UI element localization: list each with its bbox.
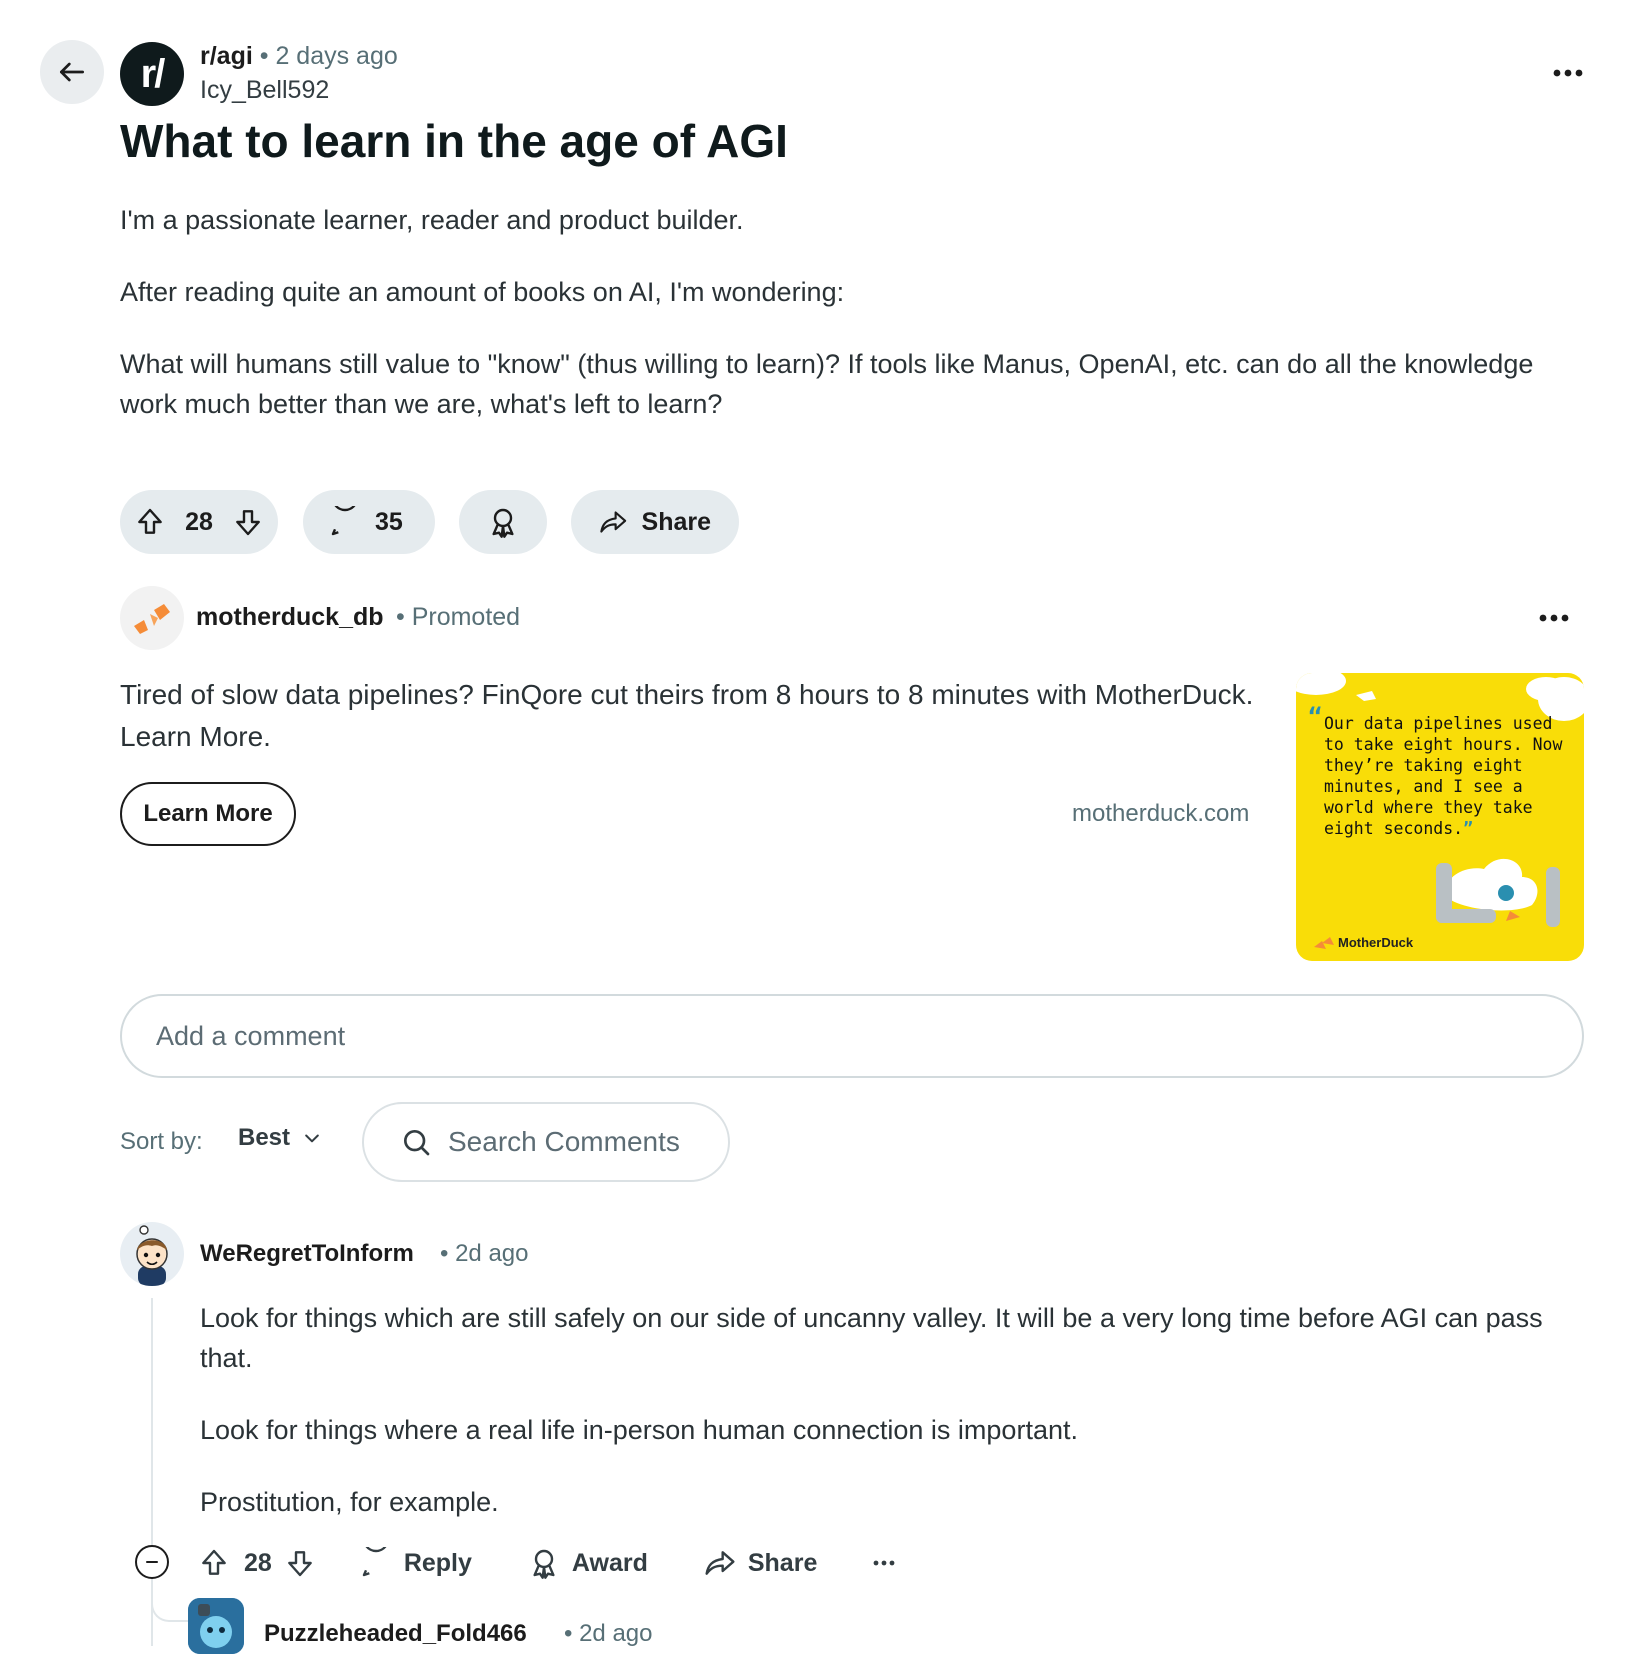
post-paragraph: I'm a passionate learner, reader and pro… bbox=[120, 205, 744, 235]
minus-icon bbox=[146, 1561, 158, 1563]
post-paragraph: What will humans still value to "know" (… bbox=[120, 349, 1534, 419]
comment-author[interactable]: WeRegretToInform bbox=[200, 1240, 414, 1268]
search-comments-input[interactable]: Search Comments bbox=[362, 1102, 730, 1182]
promoted-label: • Promoted bbox=[396, 603, 521, 631]
ad-domain[interactable]: motherduck.com bbox=[1072, 800, 1249, 828]
comment-count: 35 bbox=[375, 507, 403, 536]
post-time: 2 days ago bbox=[275, 42, 398, 70]
ad-more-button[interactable] bbox=[1526, 601, 1582, 635]
comment-more-button[interactable] bbox=[873, 1560, 895, 1566]
add-comment-input[interactable]: Add a comment bbox=[120, 994, 1584, 1078]
quote-close-icon: ” bbox=[1463, 819, 1474, 838]
sort-label: Sort by: bbox=[120, 1128, 203, 1155]
chevron-down-icon bbox=[305, 1134, 319, 1143]
share-icon bbox=[600, 511, 627, 533]
vote-pill: 28 bbox=[120, 490, 278, 554]
search-placeholder: Search Comments bbox=[448, 1126, 680, 1157]
ad-image[interactable]: “Our data pipelines used to take eight h… bbox=[1296, 673, 1584, 961]
post-body: I'm a passionate learner, reader and pro… bbox=[120, 200, 1560, 456]
arrow-left-icon bbox=[60, 62, 84, 82]
vote-count: 28 bbox=[185, 507, 213, 536]
reply-thread-branch bbox=[151, 1590, 191, 1622]
more-horizontal-icon bbox=[1553, 69, 1583, 77]
share-icon bbox=[705, 1551, 735, 1575]
share-comment-button[interactable]: Share bbox=[704, 1547, 817, 1579]
upvote-icon bbox=[202, 1549, 226, 1575]
ad-image-brand: MotherDuck bbox=[1338, 935, 1414, 950]
collapse-thread-button[interactable] bbox=[135, 1545, 169, 1579]
award-label: Award bbox=[571, 1548, 648, 1577]
back-button[interactable] bbox=[40, 40, 104, 104]
comment-paragraph: Look for things where a real life in-per… bbox=[200, 1415, 1078, 1445]
post-meta: r/agi • 2 days ago bbox=[200, 42, 398, 71]
post-more-button[interactable] bbox=[1540, 56, 1596, 90]
subreddit-link[interactable]: r/agi bbox=[200, 42, 253, 70]
sort-dropdown[interactable]: Best bbox=[238, 1124, 322, 1152]
ad-image-quote: “Our data pipelines used to take eight h… bbox=[1308, 705, 1578, 839]
comment-avatar[interactable] bbox=[120, 1222, 184, 1286]
more-horizontal-icon bbox=[1539, 614, 1569, 622]
advertiser-name[interactable]: motherduck_db bbox=[196, 603, 384, 632]
comments-button[interactable]: 35 bbox=[303, 490, 435, 554]
downvote-icon bbox=[287, 1551, 312, 1577]
reply-label: Reply bbox=[403, 1548, 472, 1577]
advertiser-avatar[interactable] bbox=[120, 586, 184, 650]
comment-paragraph: Prostitution, for example. bbox=[200, 1487, 499, 1517]
reply-time-text: 2d ago bbox=[579, 1620, 653, 1647]
reply-time: • 2d ago bbox=[564, 1620, 653, 1647]
comment-body: Look for things which are still safely o… bbox=[200, 1298, 1580, 1554]
award-comment-button[interactable]: Award bbox=[528, 1547, 648, 1579]
comment-actions: 28 Reply Award Share bbox=[198, 1540, 895, 1586]
duck-feet-logo-icon bbox=[134, 604, 170, 634]
award-button[interactable] bbox=[459, 490, 547, 554]
share-label: Share bbox=[641, 507, 711, 536]
promoted-text: Promoted bbox=[411, 603, 521, 631]
upvote-icon[interactable] bbox=[134, 506, 166, 538]
share-button[interactable]: Share bbox=[571, 490, 739, 554]
subreddit-avatar[interactable]: r/ bbox=[120, 42, 184, 106]
downvote-icon[interactable] bbox=[232, 506, 264, 538]
search-icon bbox=[404, 1130, 430, 1156]
quote-text: Our data pipelines used to take eight ho… bbox=[1324, 714, 1563, 838]
comment-paragraph: Look for things which are still safely o… bbox=[200, 1303, 1543, 1373]
share-comment-label: Share bbox=[747, 1548, 818, 1577]
reply-button[interactable]: Reply bbox=[360, 1547, 472, 1579]
reply-author[interactable]: Puzzleheaded_Fold466 bbox=[264, 1620, 527, 1648]
post-author[interactable]: Icy_Bell592 bbox=[200, 76, 329, 105]
ad-text[interactable]: Tired of slow data pipelines? FinQore cu… bbox=[120, 674, 1260, 758]
award-icon bbox=[533, 1549, 555, 1579]
learn-more-button[interactable]: Learn More bbox=[120, 782, 296, 846]
post-title: What to learn in the age of AGI bbox=[120, 115, 788, 167]
comment-icon bbox=[362, 1547, 387, 1577]
comment-icon bbox=[331, 506, 356, 536]
comment-time-text: 2d ago bbox=[455, 1240, 529, 1267]
meta-separator: • bbox=[259, 42, 276, 70]
award-icon bbox=[492, 508, 514, 538]
comment-upvote-button[interactable] bbox=[198, 1547, 230, 1579]
snoo-avatar-icon bbox=[136, 1225, 168, 1286]
sort-value: Best bbox=[238, 1124, 291, 1151]
post-paragraph: After reading quite an amount of books o… bbox=[120, 277, 845, 307]
comment-downvote-button[interactable] bbox=[284, 1547, 316, 1579]
comment-time: • 2d ago bbox=[440, 1240, 529, 1267]
quote-open-icon: “ bbox=[1308, 703, 1323, 731]
more-horizontal-icon bbox=[873, 1560, 895, 1566]
comment-vote-count: 28 bbox=[244, 1548, 272, 1577]
